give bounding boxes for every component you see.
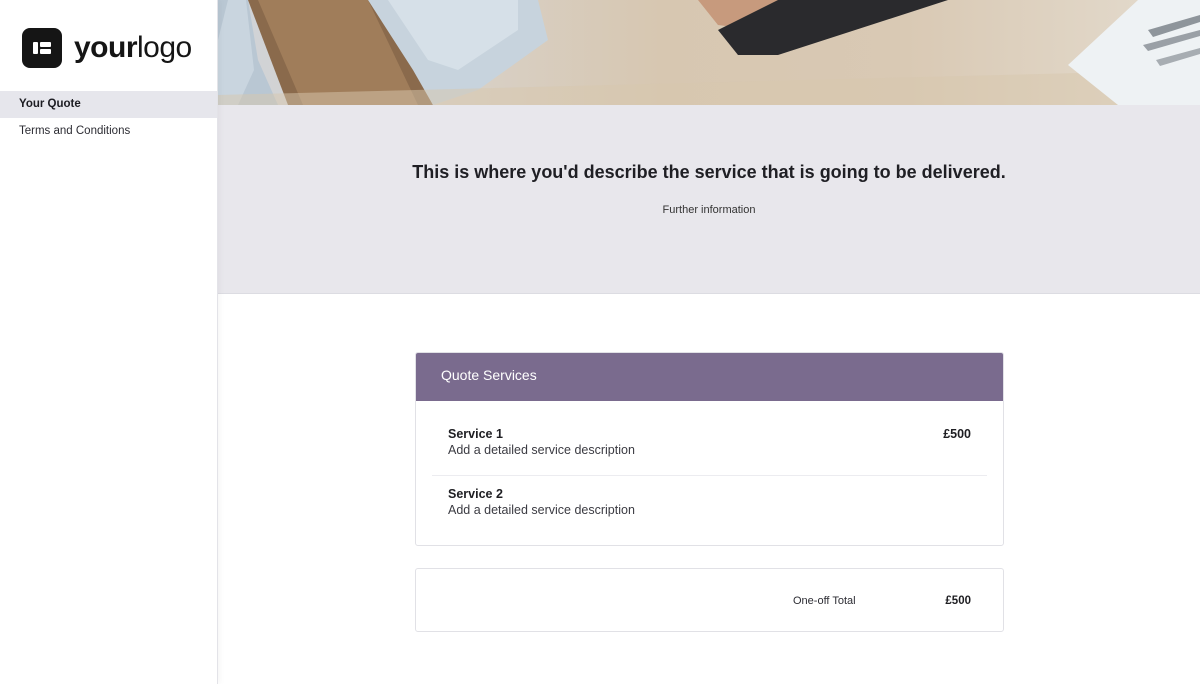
service-description: Add a detailed service description [448, 503, 635, 517]
intro-section [218, 105, 1200, 294]
total-value: £500 [945, 595, 971, 607]
logo-text-light: logo [137, 30, 192, 64]
logo-mark-icon [22, 27, 62, 68]
service-name: Service 2 [448, 487, 503, 501]
intro-title: This is where you'd describe the service… [412, 162, 1006, 182]
hero-image [218, 0, 1200, 105]
logo-text-bold: your [74, 30, 138, 64]
total-label: One-off Total [793, 595, 856, 607]
total-card: One-off Total £500 [415, 568, 1004, 632]
sidebar: yourlogo Your Quote Terms and Conditions [0, 0, 218, 684]
service-price: £500 [943, 427, 971, 441]
service-name: Service 1 [448, 427, 503, 441]
service-description: Add a detailed service description [448, 443, 635, 457]
logo-text: yourlogo [74, 30, 192, 64]
sidebar-item-terms-and-conditions[interactable]: Terms and Conditions [0, 118, 217, 145]
service-row: Service 1 Add a detailed service descrip… [432, 401, 987, 476]
intro-subtitle: Further information [662, 204, 756, 216]
sidebar-nav: Your Quote Terms and Conditions [0, 91, 217, 145]
logo[interactable]: yourlogo [22, 27, 192, 68]
quote-services-header: Quote Services [416, 353, 1003, 401]
quote-services-card: Quote Services Service 1 Add a detailed … [415, 352, 1004, 546]
sidebar-item-your-quote[interactable]: Your Quote [0, 91, 217, 118]
service-row: Service 2 Add a detailed service descrip… [432, 476, 987, 536]
